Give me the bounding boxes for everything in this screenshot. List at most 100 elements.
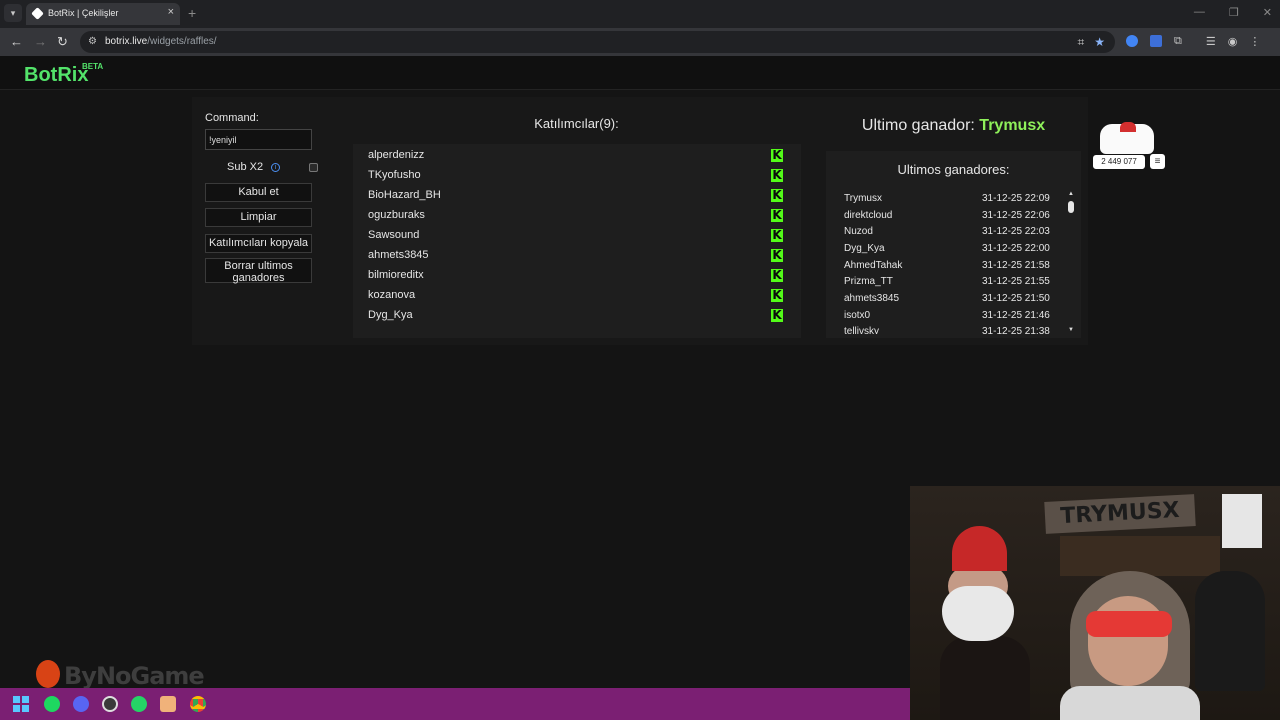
viewer-counter: 2 449 077 — [1093, 155, 1145, 169]
discord-icon[interactable] — [73, 696, 89, 712]
kick-icon: K — [771, 208, 783, 222]
sub-x2-label: Sub X2 — [227, 161, 264, 173]
winner-name: Dyg_Kya — [844, 243, 885, 254]
participant-name[interactable]: TKyofusho — [368, 169, 421, 181]
winner-name: direktcloud — [844, 210, 893, 221]
mascot-hat — [1120, 122, 1136, 132]
winner-date: 31-12-25 22:03 — [982, 226, 1050, 237]
spotify-icon[interactable] — [44, 696, 60, 712]
winner-row: Nuzod 31-12-25 22:03 — [844, 224, 1062, 241]
command-label: Command: — [205, 112, 259, 124]
last-winner-name: Trymusx — [979, 117, 1046, 134]
participant-name[interactable]: Sawsound — [368, 229, 419, 241]
winner-row: Prizma_TT 31-12-25 21:55 — [844, 274, 1062, 291]
participant-name[interactable]: ahmets3845 — [368, 249, 429, 261]
close-window-icon[interactable]: ✕ — [1263, 6, 1272, 19]
browser-tab[interactable]: BotRix | Çekilişler × — [26, 3, 180, 25]
kick-icon: K — [771, 228, 783, 242]
bynogame-watermark: ByNoGame — [64, 662, 205, 690]
browser-tab-bar: ▾ BotRix | Çekilişler × + — ❐ ✕ — [0, 0, 1280, 28]
winner-date: 31-12-25 21:58 — [982, 260, 1050, 271]
browser-menu-icon[interactable]: ⋮ — [1249, 35, 1260, 48]
winner-date: 31-12-25 22:09 — [982, 193, 1050, 204]
back-icon[interactable]: ← — [10, 34, 23, 49]
winner-date: 31-12-25 22:06 — [982, 210, 1050, 221]
last-winner-heading: Ultimo ganador: Trymusx — [861, 117, 1046, 134]
participant-row: kozanova K — [353, 285, 801, 305]
clear-winners-button[interactable]: Borrar ultimos ganadores — [205, 258, 312, 284]
scroll-down-icon[interactable]: ▼ — [1068, 327, 1074, 333]
winner-row: isotx0 31-12-25 21:46 — [844, 308, 1062, 325]
maximize-icon[interactable]: ❐ — [1229, 6, 1239, 19]
kick-icon: K — [771, 168, 783, 182]
winner-name: Nuzod — [844, 226, 873, 237]
participant-row: alperdenizz K — [353, 145, 801, 165]
close-tab-icon[interactable]: × — [168, 6, 174, 18]
winner-row: AhmedTahak 31-12-25 21:58 — [844, 258, 1062, 275]
bynogame-logo-icon — [36, 660, 60, 688]
tab-title: BotRix | Çekilişler — [48, 8, 119, 18]
kick-icon: K — [771, 248, 783, 262]
winner-name: tellivsky — [844, 326, 880, 334]
kick-icon: K — [771, 268, 783, 282]
new-tab-icon[interactable]: + — [188, 5, 196, 21]
participant-row: TKyofusho K — [353, 165, 801, 185]
gaming-chair — [1195, 571, 1265, 691]
scroll-thumb[interactable] — [1068, 201, 1074, 213]
participant-name[interactable]: alperdenizz — [368, 149, 424, 161]
streamer-person — [1060, 566, 1200, 720]
webcam-feed: TRYMUSX — [910, 486, 1280, 720]
winners-scrollbar[interactable]: ▲ ▼ — [1067, 191, 1075, 333]
command-input[interactable] — [205, 129, 312, 150]
info-icon[interactable]: i — [271, 163, 280, 172]
forward-icon[interactable]: → — [34, 34, 47, 49]
participant-name[interactable]: BioHazard_BH — [368, 189, 441, 201]
winners-list[interactable]: Trymusx 31-12-25 22:09 direktcloud 31-12-2… — [844, 191, 1062, 334]
whatsapp-icon[interactable] — [131, 696, 147, 712]
winner-row: Trymusx 31-12-25 22:09 — [844, 191, 1062, 208]
url-text: botrix.live/widgets/raffles/ — [105, 36, 217, 47]
winner-name: ahmets3845 — [844, 293, 900, 304]
winner-name: Prizma_TT — [844, 276, 893, 287]
sub-x2-checkbox[interactable] — [309, 163, 318, 172]
participant-name[interactable]: bilmioreditx — [368, 269, 424, 281]
participant-name[interactable]: Dyg_Kya — [368, 309, 413, 321]
santa-person — [940, 526, 1030, 720]
extension-icon[interactable] — [1126, 35, 1138, 47]
scroll-up-icon[interactable]: ▲ — [1068, 191, 1074, 197]
site-header: BotRix BETA — [0, 56, 1280, 90]
accept-button[interactable]: Kabul et — [205, 183, 312, 202]
translate-icon[interactable]: ⌗ — [1077, 35, 1084, 50]
reload-icon[interactable]: ↻ — [57, 34, 68, 50]
reading-list-icon[interactable]: ☰ — [1206, 35, 1216, 48]
site-info-icon[interactable]: ⚙ — [88, 36, 97, 47]
clear-button[interactable]: Limpiar — [205, 208, 312, 227]
taskbar — [0, 688, 910, 720]
chrome-icon[interactable] — [190, 696, 206, 712]
botrix-logo[interactable]: BotRix — [24, 64, 88, 87]
windows-start-icon[interactable] — [13, 696, 29, 712]
winner-date: 31-12-25 21:38 — [982, 326, 1050, 334]
extension-shield-icon[interactable] — [1150, 35, 1162, 47]
bookmark-star-icon[interactable]: ★ — [1094, 35, 1105, 50]
address-bar[interactable]: ⚙ botrix.live/widgets/raffles/ ⌗ ★ — [80, 31, 1115, 53]
participant-row: ahmets3845 K — [353, 245, 801, 265]
winner-row: tellivsky 31-12-25 21:38 — [844, 324, 1062, 334]
beta-badge: BETA — [82, 62, 104, 71]
winner-row: direktcloud 31-12-25 22:06 — [844, 208, 1062, 225]
winner-name: AhmedTahak — [844, 260, 903, 271]
extensions-area: ⧉ ☰ ◉ ⋮ — [1126, 35, 1260, 48]
participant-row: Sawsound K — [353, 225, 801, 245]
tab-search-menu-icon[interactable]: ▾ — [4, 4, 22, 22]
participant-name[interactable]: kozanova — [368, 289, 415, 301]
webcam-poster — [1222, 494, 1262, 548]
extensions-puzzle-icon[interactable]: ⧉ — [1174, 35, 1182, 48]
profile-icon[interactable]: ◉ — [1228, 35, 1238, 48]
minimize-icon[interactable]: — — [1194, 6, 1205, 19]
obs-icon[interactable] — [102, 696, 118, 712]
participant-name[interactable]: oguzburaks — [368, 209, 425, 221]
window-controls: — ❐ ✕ — [1194, 6, 1272, 19]
copy-participants-button[interactable]: Katılımcıları kopyala — [205, 234, 312, 253]
photos-icon[interactable] — [160, 696, 176, 712]
kick-icon: K — [771, 188, 783, 202]
